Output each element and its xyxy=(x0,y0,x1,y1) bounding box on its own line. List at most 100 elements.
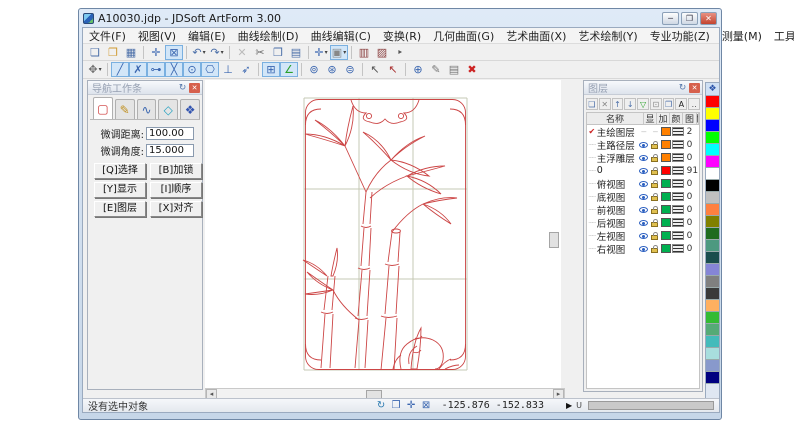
snap-center-icon[interactable]: ⊙ xyxy=(183,62,201,77)
palette-color-3[interactable] xyxy=(706,132,719,144)
transform-mode-icon[interactable]: ✥▾ xyxy=(86,62,104,77)
layer-color-cell[interactable] xyxy=(661,179,673,188)
close-button[interactable]: ✕ xyxy=(700,12,717,25)
nav-tab-select[interactable]: ▢ xyxy=(93,97,113,119)
cancel-pick-icon[interactable]: ↖ xyxy=(384,62,402,77)
layer-row[interactable]: ┄┄底视图0 xyxy=(587,190,699,203)
paste-icon[interactable]: ▤ xyxy=(287,45,305,60)
layer-row[interactable]: ┄┄右视图0 xyxy=(587,242,699,255)
layer-pattern-cell[interactable] xyxy=(672,192,684,201)
nav-lock-button[interactable]: [B]加锁 xyxy=(150,163,202,179)
shade-view-icon[interactable]: ⊚ xyxy=(305,62,323,77)
layer-color-cell[interactable] xyxy=(661,192,673,201)
duplicate-layer-icon[interactable]: ❒ xyxy=(663,98,675,110)
close-icon[interactable]: ✕ xyxy=(189,83,200,93)
menu-item-1[interactable]: 视图(V) xyxy=(132,27,182,45)
delete-layer-icon[interactable]: ✕ xyxy=(599,98,611,110)
layer-visibility-cell[interactable] xyxy=(638,246,650,252)
layer-lock-cell[interactable] xyxy=(649,244,661,253)
palette-color-14[interactable] xyxy=(706,264,719,276)
nav-panel-titlebar[interactable]: 导航工作条 ↻ ✕ xyxy=(88,81,202,95)
palette-color-10[interactable] xyxy=(706,216,719,228)
palette-color-12[interactable] xyxy=(706,240,719,252)
nav-tab-solid[interactable]: ❖ xyxy=(180,99,200,119)
layer-row[interactable]: ┄┄后视图0 xyxy=(587,216,699,229)
layer-pattern-cell[interactable] xyxy=(672,205,684,214)
layer-color-cell[interactable] xyxy=(661,140,673,149)
menu-item-5[interactable]: 变换(R) xyxy=(377,27,427,45)
palette-color-7[interactable] xyxy=(706,180,719,192)
palette-tool-icon[interactable]: ❖ xyxy=(706,83,719,96)
save-file-icon[interactable]: ▦ xyxy=(122,45,140,60)
snap-tangent-icon[interactable]: ➶ xyxy=(237,62,255,77)
sketch-pen-icon[interactable]: ✎ xyxy=(427,62,445,77)
box-select-icon[interactable]: ⊠ xyxy=(165,45,183,60)
layer-lock-cell[interactable] xyxy=(649,140,661,149)
layer-row[interactable]: ✔主绘图层------2 xyxy=(587,125,699,138)
palette-color-2[interactable] xyxy=(706,120,719,132)
layer-lock-cell[interactable] xyxy=(649,153,661,162)
layer-color-cell[interactable] xyxy=(661,244,673,253)
layer-pattern-cell[interactable] xyxy=(672,153,684,162)
layer-color-cell[interactable] xyxy=(661,127,673,136)
undo-icon[interactable]: ↶▾ xyxy=(190,45,208,60)
copy-icon[interactable]: ❒ xyxy=(269,45,287,60)
layer-pattern-cell[interactable] xyxy=(672,127,684,136)
layer-visibility-cell[interactable] xyxy=(638,207,650,213)
ghost-view-icon[interactable]: ⊜ xyxy=(341,62,359,77)
title-bar[interactable]: A10030.jdp - JDSoft ArtForm 3.00 ─ ❐ ✕ xyxy=(79,9,721,27)
layer-color-cell[interactable] xyxy=(661,218,673,227)
layer-lock-cell[interactable] xyxy=(649,179,661,188)
track-cursor-icon[interactable]: ✛ xyxy=(404,400,419,411)
redo-icon[interactable]: ↷▾ xyxy=(208,45,226,60)
layers-panel-titlebar[interactable]: 图层 ↻ ✕ xyxy=(584,81,702,95)
toolbar-overflow-icon[interactable]: ‣ xyxy=(391,45,409,60)
refresh-icon[interactable]: ↻ xyxy=(374,400,389,411)
more-layers-icon[interactable]: ‥ xyxy=(688,98,700,110)
maximize-button[interactable]: ❐ xyxy=(681,12,698,25)
layer-row[interactable]: ┄┄091 xyxy=(587,164,699,177)
pin-icon[interactable]: ↻ xyxy=(177,83,188,93)
palette-color-16[interactable] xyxy=(706,288,719,300)
cut-icon[interactable]: ✂ xyxy=(251,45,269,60)
angle-guide-icon[interactable]: ∠ xyxy=(280,62,298,77)
layer-pattern-cell[interactable] xyxy=(672,231,684,240)
layer-pattern-cell[interactable] xyxy=(672,218,684,227)
layer-pattern-cell[interactable] xyxy=(672,244,684,253)
menu-item-10[interactable]: 测量(M) xyxy=(716,27,768,45)
palette-color-23[interactable] xyxy=(706,372,719,384)
open-file-icon[interactable]: ❐ xyxy=(104,45,122,60)
palette-color-9[interactable] xyxy=(706,204,719,216)
abort-icon[interactable]: ✖ xyxy=(463,62,481,77)
menu-item-0[interactable]: 文件(F) xyxy=(83,27,132,45)
layer-pattern-cell[interactable] xyxy=(672,179,684,188)
layer-pattern-cell[interactable] xyxy=(672,166,684,175)
move-layer-up-icon[interactable]: ↑ xyxy=(612,98,624,110)
palette-color-4[interactable] xyxy=(706,144,719,156)
menu-item-6[interactable]: 几何曲面(G) xyxy=(427,27,500,45)
layer-lock-cell[interactable]: --- xyxy=(649,128,661,136)
snap-mid-icon[interactable]: ⊶ xyxy=(147,62,165,77)
layer-visibility-cell[interactable] xyxy=(638,194,650,200)
layer-row[interactable]: ┄┄主浮雕层0 xyxy=(587,151,699,164)
nav-align-button[interactable]: [X]对齐 xyxy=(150,201,202,217)
move-layer-down-icon[interactable]: ↓ xyxy=(624,98,636,110)
palette-color-21[interactable] xyxy=(706,348,719,360)
pin-icon[interactable]: ↻ xyxy=(677,83,688,93)
minimize-button[interactable]: ─ xyxy=(662,12,679,25)
palette-color-13[interactable] xyxy=(706,252,719,264)
palette-color-8[interactable] xyxy=(706,192,719,204)
layer-visibility-cell[interactable] xyxy=(638,181,650,187)
layer-visibility-cell[interactable] xyxy=(638,155,650,161)
layer-visibility-cell[interactable] xyxy=(638,168,650,174)
nav-tab-surface[interactable]: ◇ xyxy=(158,99,178,119)
layer-row[interactable]: ┄┄前视图0 xyxy=(587,203,699,216)
output-device-icon[interactable]: ❒ xyxy=(389,400,404,411)
palette-color-18[interactable] xyxy=(706,312,719,324)
nav-order-button[interactable]: [I]顺序 xyxy=(150,182,202,198)
layer-lock-cell[interactable] xyxy=(649,166,661,175)
nudge-distance-input[interactable] xyxy=(146,127,194,140)
box-select-status-icon[interactable]: ⊠ xyxy=(419,400,434,411)
pick-point-icon[interactable]: ✛ xyxy=(147,45,165,60)
new-layer-icon[interactable]: ❏ xyxy=(586,98,598,110)
